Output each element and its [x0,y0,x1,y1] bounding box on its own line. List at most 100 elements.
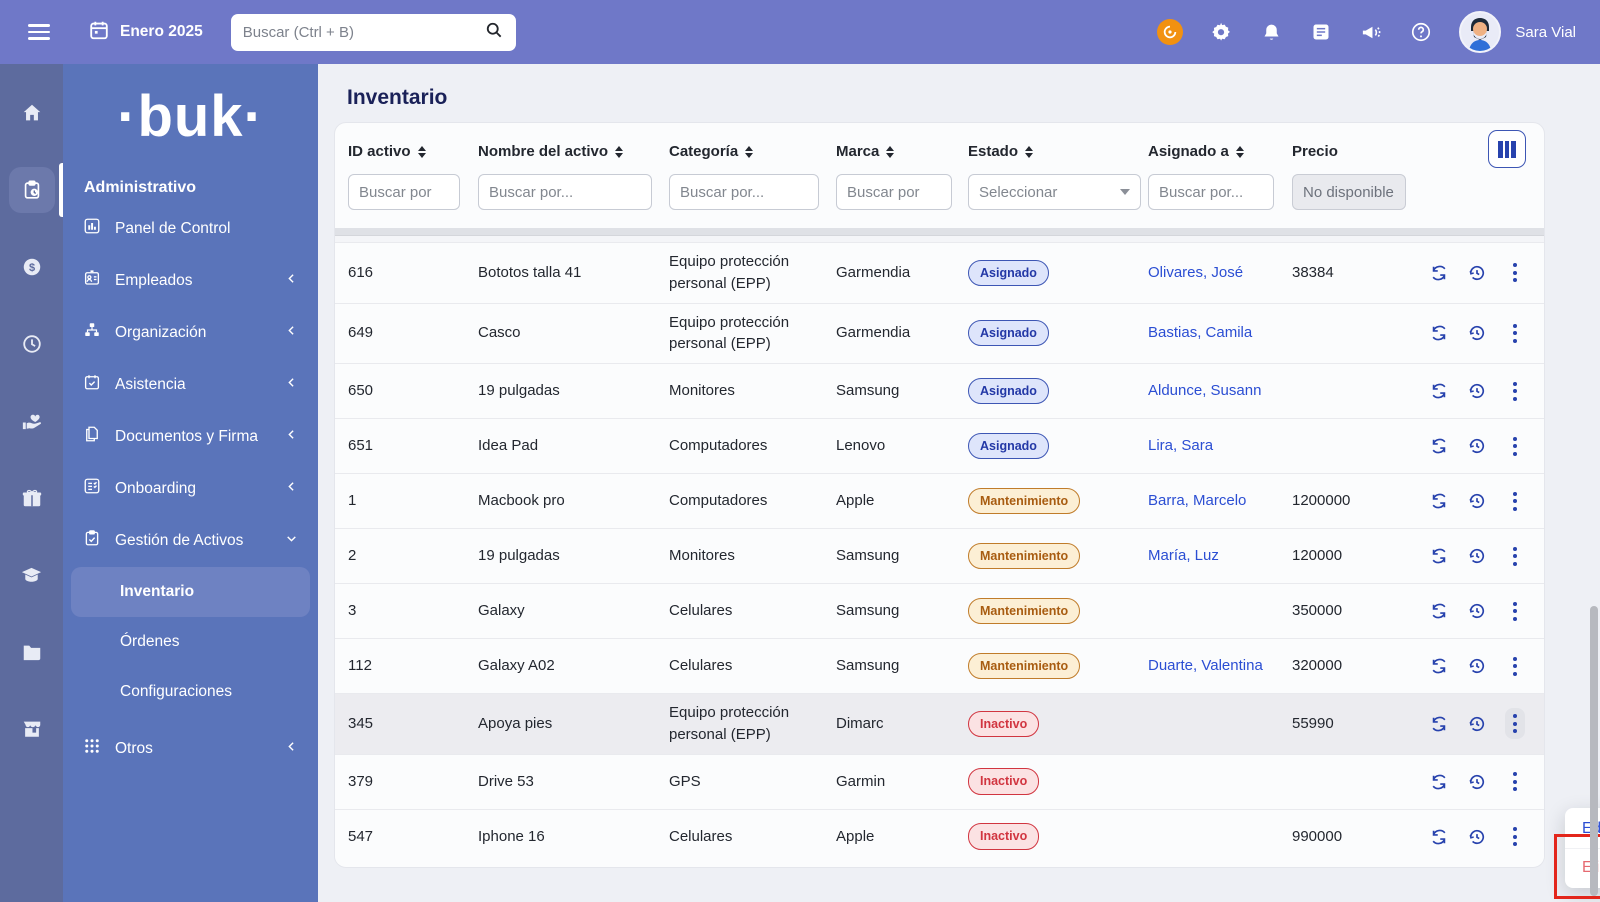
more-options-icon[interactable] [1505,821,1525,852]
sort-icon[interactable] [615,145,624,158]
sidebar-item-onboarding[interactable]: Onboarding [63,463,318,515]
sync-icon[interactable] [1429,263,1449,283]
column-header-status[interactable]: Estado [968,143,1148,160]
columns-button[interactable] [1488,130,1526,168]
user-name[interactable]: Sara Vial [1515,24,1576,41]
more-options-icon[interactable] [1505,257,1525,288]
more-options-icon[interactable] [1505,708,1525,740]
bell-icon[interactable] [1259,20,1283,44]
sync-icon[interactable] [1429,436,1449,456]
history-icon[interactable] [1467,381,1487,401]
sidebar-item-otros[interactable]: Otros [63,723,318,775]
sidebar-item-documentos-y-firma[interactable]: Documentos y Firma [63,411,318,463]
assignee-link[interactable]: Aldunce, Susann [1148,382,1261,399]
sidebar-item-organizacion[interactable]: Organización [63,307,318,359]
payments-icon[interactable]: $ [9,244,55,290]
history-icon[interactable] [1467,656,1487,676]
sort-icon[interactable] [1025,145,1034,158]
sidebar-item-asistencia[interactable]: Asistencia [63,359,318,411]
history-icon[interactable] [1467,491,1487,511]
more-options-icon[interactable] [1505,431,1525,462]
table-row[interactable]: 1 Macbook pro Computadores Apple Manteni… [335,473,1544,528]
history-icon[interactable] [1467,601,1487,621]
table-row[interactable]: 2 19 pulgadas Monitores Samsung Mantenim… [335,528,1544,583]
sync-icon[interactable] [1429,827,1449,847]
table-row[interactable]: 112 Galaxy A02 Celulares Samsung Manteni… [335,638,1544,693]
sync-icon[interactable] [1429,546,1449,566]
alert-orange-icon[interactable] [1157,19,1184,45]
menu-icon[interactable] [28,20,50,44]
filter-brand-input[interactable] [836,174,952,210]
filter-id-input[interactable] [348,174,460,210]
history-icon[interactable] [1467,323,1487,343]
avatar[interactable] [1459,11,1502,53]
sidebar-item-gestion-de-activos[interactable]: Gestión de Activos [63,515,318,567]
sync-icon[interactable] [1429,323,1449,343]
sidebar-item-empleados[interactable]: Empleados [63,255,318,307]
sort-icon[interactable] [417,145,426,158]
more-options-icon[interactable] [1505,541,1525,572]
help-icon[interactable] [1409,20,1433,44]
table-row[interactable]: 3 Galaxy Celulares Samsung Mantenimiento… [335,583,1544,638]
period-label[interactable]: Enero 2025 [120,23,203,41]
history-icon[interactable] [1467,827,1487,847]
column-header-name[interactable]: Nombre del activo [478,143,669,160]
history-icon[interactable] [1467,772,1487,792]
history-icon[interactable] [1467,546,1487,566]
benefits-icon[interactable] [9,398,55,444]
more-options-icon[interactable] [1505,766,1525,797]
calendar-icon[interactable] [88,19,110,46]
more-options-icon[interactable] [1505,486,1525,517]
assignee-link[interactable]: Bastias, Camila [1148,324,1252,341]
search-input[interactable] [242,23,484,41]
filter-status-select[interactable]: Seleccionar [968,174,1141,210]
news-icon[interactable] [1309,20,1333,44]
sync-icon[interactable] [1429,601,1449,621]
more-options-icon[interactable] [1505,651,1525,682]
column-header-category[interactable]: Categoría [669,143,836,160]
more-options-icon[interactable] [1505,376,1525,407]
sync-icon[interactable] [1429,772,1449,792]
filter-assignee-input[interactable] [1148,174,1274,210]
filter-name-input[interactable] [478,174,652,210]
table-row[interactable]: 651 Idea Pad Computadores Lenovo Asignad… [335,418,1544,473]
sync-icon[interactable] [1429,381,1449,401]
history-icon[interactable] [1467,436,1487,456]
sidebar-subitem-inventario[interactable]: Inventario [71,566,310,617]
assignee-link[interactable]: Olivares, José [1148,264,1243,281]
table-row[interactable]: 616 Bototos talla 41 Equipo protección p… [335,242,1544,303]
sort-icon[interactable] [886,145,895,158]
sync-icon[interactable] [1429,491,1449,511]
assignee-link[interactable]: Barra, Marcelo [1148,492,1246,509]
sync-icon[interactable] [1429,656,1449,676]
folder-icon[interactable] [9,629,55,675]
education-icon[interactable] [9,552,55,598]
history-icon[interactable] [1467,263,1487,283]
gear-icon[interactable] [1209,20,1233,44]
table-row[interactable]: 649 Casco Equipo protección personal (EP… [335,302,1544,363]
global-search[interactable] [230,13,516,51]
more-options-icon[interactable] [1505,318,1525,349]
sync-icon[interactable] [1429,714,1449,734]
assignee-link[interactable]: Duarte, Valentina [1148,657,1263,674]
sidebar-item-panel-de-control[interactable]: Panel de Control [63,203,318,255]
table-row[interactable]: 547 Iphone 16 Celulares Apple Inactivo 9… [335,808,1544,864]
history-icon[interactable] [1467,714,1487,734]
filter-category-input[interactable] [669,174,819,210]
search-icon[interactable] [484,20,504,45]
table-row[interactable]: 650 19 pulgadas Monitores Samsung Asigna… [335,363,1544,418]
sort-icon[interactable] [1235,145,1244,158]
sidebar-subitem-ordenes[interactable]: Órdenes [71,617,310,667]
inventory-clipboard-icon[interactable] [8,163,63,217]
column-header-brand[interactable]: Marca [836,143,968,160]
home-icon[interactable] [9,90,55,136]
gift-icon[interactable] [9,475,55,521]
table-row[interactable]: 345 Apoya pies Equipo protección persona… [335,693,1544,754]
more-options-icon[interactable] [1505,596,1525,627]
sidebar-subitem-configuraciones[interactable]: Configuraciones [71,667,310,717]
sort-icon[interactable] [745,145,754,158]
clock-icon[interactable] [9,321,55,367]
megaphone-icon[interactable] [1359,20,1383,44]
store-icon[interactable] [9,706,55,752]
assignee-link[interactable]: María, Luz [1148,547,1219,564]
